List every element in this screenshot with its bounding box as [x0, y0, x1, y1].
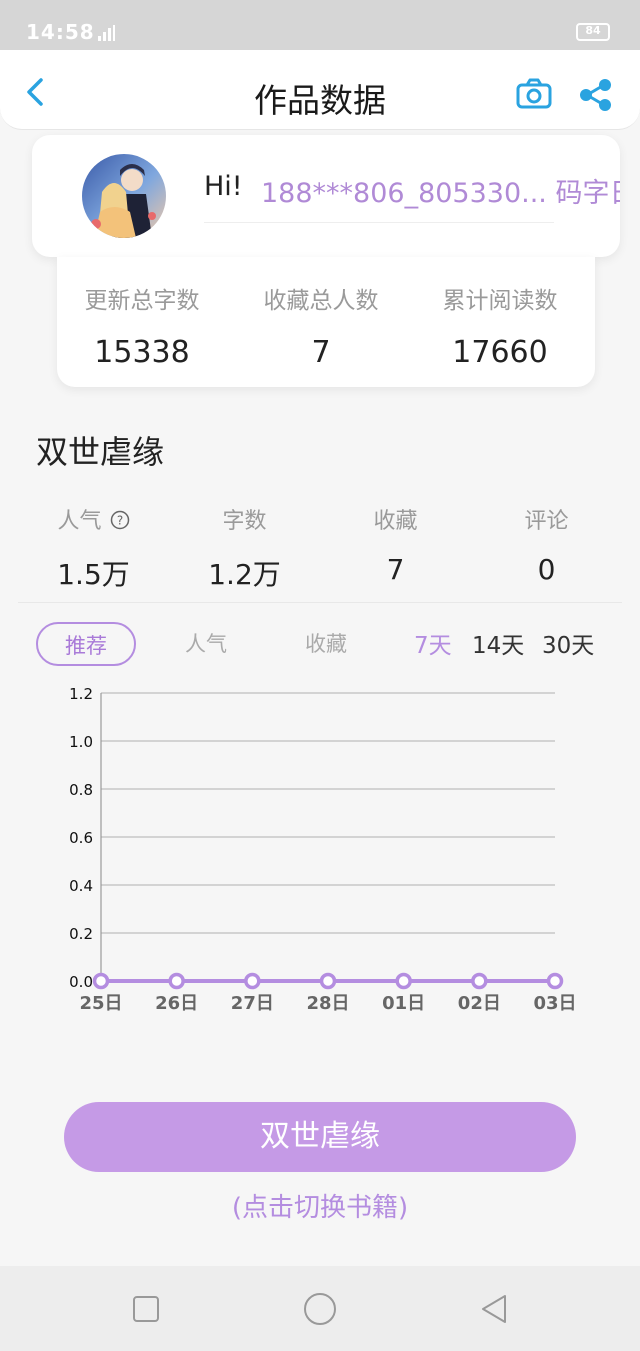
stat-value: 7	[311, 335, 331, 370]
system-nav-bar	[0, 1266, 640, 1351]
user-card: Hi! 188***806_805330... 码字日更	[32, 135, 620, 257]
metric-value: 0	[537, 553, 556, 586]
stat-label: 收藏总人数	[263, 288, 379, 314]
x-tick-label: 28日	[306, 993, 349, 1014]
data-point	[244, 972, 261, 990]
y-tick-label: 1.0	[69, 733, 93, 751]
y-tick-label: 0.6	[69, 829, 93, 847]
metric-label: 评论	[524, 509, 569, 534]
back-icon[interactable]	[476, 1291, 512, 1327]
signal-icon	[98, 25, 115, 41]
stat-label: 更新总字数	[84, 288, 200, 314]
chart-tabs: 推荐 人气 收藏 7天 14天 30天	[0, 622, 640, 668]
data-point	[395, 972, 412, 990]
status-time: 14:58	[26, 20, 95, 44]
x-tick-label: 02日	[458, 993, 501, 1014]
metric-favorites: 收藏 7	[320, 503, 471, 586]
username-text: 188***806_805330... 码字日更	[261, 178, 620, 209]
divider	[204, 222, 554, 223]
stat-total-favorites: 收藏总人数 7	[231, 281, 411, 370]
tab-recommend[interactable]: 推荐	[36, 622, 136, 666]
range-30-days[interactable]: 30天	[542, 626, 594, 660]
line-chart: 0.0 0.2 0.4 0.6 0.8 1.0 1.2 25日 26日 27日 28日 01日 02日 0…	[69, 685, 576, 1014]
camera-icon[interactable]	[516, 78, 552, 110]
stat-value: 17660	[452, 335, 548, 370]
y-tick-label: 0.8	[69, 781, 93, 799]
stat-total-reads: 累计阅读数 17660	[410, 281, 590, 370]
data-point	[471, 972, 488, 990]
avatar[interactable]	[82, 154, 166, 238]
stat-value: 15338	[94, 335, 190, 370]
svg-text:?: ?	[116, 514, 122, 528]
tab-favorites[interactable]: 收藏	[276, 622, 376, 666]
x-tick-label: 01日	[382, 993, 425, 1014]
stats-card: 更新总字数 15338 收藏总人数 7 累计阅读数 17660	[57, 257, 595, 387]
home-icon[interactable]	[300, 1289, 340, 1329]
data-point	[92, 972, 110, 990]
stat-label: 累计阅读数	[442, 288, 558, 314]
y-tick-label: 0.2	[69, 925, 93, 943]
metric-comments: 评论 0	[471, 503, 622, 586]
data-point	[319, 972, 337, 990]
y-tick-label: 0.4	[69, 877, 93, 895]
stat-total-words: 更新总字数 15338	[52, 281, 232, 370]
y-tick-label: 1.2	[69, 685, 93, 703]
header: 作品数据	[0, 50, 640, 130]
status-bar: 14:58 84	[0, 0, 640, 50]
metric-label: 收藏	[373, 509, 418, 534]
battery-level: 84	[585, 24, 601, 37]
metric-value: 1.2万	[208, 558, 281, 591]
switch-book-hint[interactable]: (点击切换书籍)	[0, 1187, 640, 1224]
x-tick-label: 26日	[155, 993, 198, 1014]
data-point	[546, 972, 564, 990]
metric-words: 字数 1.2万	[169, 503, 320, 593]
range-7-days[interactable]: 7天	[414, 626, 452, 660]
greeting-text: Hi!	[204, 171, 243, 202]
metric-value: 1.5万	[57, 558, 130, 591]
switch-book-button[interactable]: 双世虐缘	[64, 1102, 576, 1172]
metric-label: 人气	[57, 509, 102, 534]
y-tick-label: 0.0	[69, 973, 93, 991]
share-icon[interactable]	[578, 78, 612, 112]
metric-label: 字数	[222, 509, 267, 534]
recent-apps-icon[interactable]	[128, 1291, 164, 1327]
data-point	[168, 972, 185, 990]
battery-icon: 84	[576, 23, 610, 41]
x-tick-label: 03日	[533, 993, 576, 1014]
x-tick-label: 27日	[231, 993, 274, 1014]
metric-popularity: 人气? 1.5万	[18, 503, 169, 593]
tab-popularity[interactable]: 人气	[156, 622, 256, 666]
help-icon[interactable]: ?	[110, 510, 130, 530]
range-14-days[interactable]: 14天	[472, 626, 524, 660]
x-tick-label: 25日	[79, 993, 122, 1014]
book-title: 双世虐缘	[36, 433, 165, 471]
book-metrics: 人气? 1.5万 字数 1.2万 收藏 7 评论 0	[18, 503, 622, 603]
metric-value: 7	[386, 553, 405, 586]
